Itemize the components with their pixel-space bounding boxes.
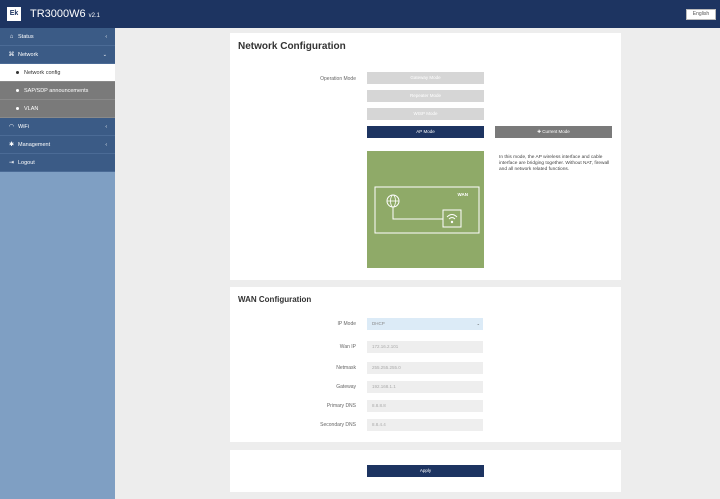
ap-mode-diagram: WAN bbox=[367, 151, 484, 268]
wisp-mode-button[interactable]: WISP Mode bbox=[367, 108, 484, 120]
gateway-label: Gateway bbox=[336, 384, 356, 390]
top-bar: Ek TR3000W6 v2.1 English bbox=[0, 0, 720, 28]
network-topology-diagram: WAN bbox=[374, 186, 480, 234]
chevron-down-icon: ⌄ bbox=[476, 321, 480, 326]
sidebar-item-label: VLAN bbox=[24, 105, 39, 112]
apply-card: Apply bbox=[230, 450, 621, 492]
sidebar-item-management[interactable]: ✱ Management ‹ bbox=[0, 136, 115, 154]
sidebar-item-logout[interactable]: ⇥ Logout bbox=[0, 154, 115, 172]
secondary-dns-field[interactable]: 8.8.4.4 bbox=[367, 419, 483, 431]
sidebar: ⌂ Status ‹ ⌘ Network ⌄ Network config SA… bbox=[0, 28, 115, 499]
product-version: v2.1 bbox=[88, 13, 100, 19]
sidebar-item-vlan[interactable]: VLAN bbox=[0, 100, 115, 118]
sidebar-item-network-config[interactable]: Network config bbox=[0, 64, 115, 82]
primary-dns-field[interactable]: 8.8.8.8 bbox=[367, 400, 483, 412]
sidebar-item-label: WiFi bbox=[18, 123, 29, 130]
ip-mode-label: IP Mode bbox=[337, 321, 356, 327]
network-icon: ⌘ bbox=[8, 52, 15, 58]
netmask-label: Netmask bbox=[336, 365, 356, 371]
wan-label: WAN bbox=[458, 192, 469, 197]
wan-ip-field[interactable]: 172.16.2.101 bbox=[367, 341, 483, 353]
wifi-icon: ◠ bbox=[8, 124, 15, 130]
home-icon: ⌂ bbox=[9, 33, 14, 40]
chevron-left-icon: ‹ bbox=[105, 123, 107, 130]
logout-icon: ⇥ bbox=[8, 160, 15, 166]
ip-mode-value: DHCP bbox=[372, 321, 385, 326]
chevron-left-icon: ‹ bbox=[105, 33, 107, 40]
bullet-icon bbox=[16, 107, 19, 110]
language-select[interactable]: English bbox=[686, 9, 716, 20]
sidebar-item-wifi[interactable]: ◠ WiFi ‹ bbox=[0, 118, 115, 136]
gear-icon: ✱ bbox=[8, 142, 15, 148]
repeater-mode-button[interactable]: Repeater Mode bbox=[367, 90, 484, 102]
secondary-dns-label: Secondary DNS bbox=[320, 422, 356, 428]
globe-icon bbox=[386, 194, 400, 208]
sidebar-item-label: Status bbox=[18, 33, 34, 40]
network-config-title: Network Configuration bbox=[238, 41, 346, 52]
apply-button[interactable]: Apply bbox=[367, 465, 484, 477]
sidebar-item-sap-sdp[interactable]: SAP/SDP announcements bbox=[0, 82, 115, 100]
sidebar-item-network[interactable]: ⌘ Network ⌄ bbox=[0, 46, 115, 64]
chevron-left-icon: ‹ bbox=[105, 141, 107, 148]
router-icon bbox=[442, 209, 462, 228]
mode-description: In this mode, the AP wireless interface … bbox=[499, 155, 610, 172]
primary-dns-label: Primary DNS bbox=[326, 403, 356, 409]
wan-config-title: WAN Configuration bbox=[238, 295, 312, 304]
wan-ip-label: Wan IP bbox=[339, 344, 356, 350]
gateway-mode-button[interactable]: Gateway Mode bbox=[367, 72, 484, 84]
netmask-field[interactable]: 255.255.255.0 bbox=[367, 362, 483, 374]
gateway-field[interactable]: 192.168.1.1 bbox=[367, 381, 483, 393]
sidebar-item-label: SAP/SDP announcements bbox=[24, 87, 89, 94]
sidebar-item-label: Management bbox=[18, 141, 51, 148]
wan-config-card: WAN Configuration IP Mode DHCP ⌄ Wan IP … bbox=[230, 287, 621, 442]
sidebar-item-label: Network config bbox=[24, 69, 61, 76]
brand-logo: Ek bbox=[7, 7, 21, 21]
product-title: TR3000W6 v2.1 bbox=[30, 8, 100, 20]
ap-mode-button[interactable]: AP Mode bbox=[367, 126, 484, 138]
network-config-card: Network Configuration Operation Mode Gat… bbox=[230, 33, 621, 280]
sidebar-item-label: Network bbox=[18, 51, 39, 58]
sidebar-item-status[interactable]: ⌂ Status ‹ bbox=[0, 28, 115, 46]
bullet-icon bbox=[16, 89, 19, 92]
chevron-down-icon: ⌄ bbox=[102, 51, 107, 58]
current-mode-badge: ✚ Current Mode bbox=[495, 126, 612, 138]
ip-mode-select[interactable]: DHCP ⌄ bbox=[367, 318, 483, 330]
product-name: TR3000W6 bbox=[30, 8, 86, 20]
bullet-icon bbox=[16, 71, 19, 74]
operation-mode-label: Operation Mode bbox=[320, 76, 356, 82]
sidebar-item-label: Logout bbox=[18, 159, 35, 166]
